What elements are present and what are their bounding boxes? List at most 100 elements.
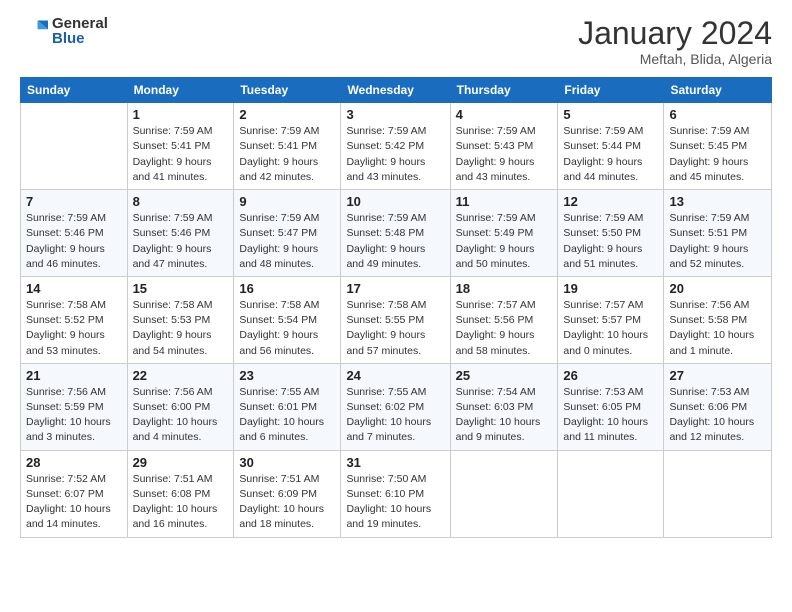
day-number: 16: [239, 281, 335, 296]
day-number: 10: [346, 194, 444, 209]
day-number: 27: [669, 368, 766, 383]
day-cell: 16 Sunrise: 7:58 AM Sunset: 5:54 PM Dayli…: [234, 276, 341, 363]
day-cell: 22 Sunrise: 7:56 AM Sunset: 6:00 PM Dayli…: [127, 363, 234, 450]
day-info: Sunrise: 7:59 AM Sunset: 5:51 PM Dayligh…: [669, 211, 766, 272]
day-cell: 31 Sunrise: 7:50 AM Sunset: 6:10 PM Dayli…: [341, 450, 450, 537]
day-number: 7: [26, 194, 122, 209]
day-info: Sunrise: 7:59 AM Sunset: 5:43 PM Dayligh…: [456, 124, 553, 185]
day-cell: 17 Sunrise: 7:58 AM Sunset: 5:55 PM Dayli…: [341, 276, 450, 363]
day-info: Sunrise: 7:59 AM Sunset: 5:44 PM Dayligh…: [563, 124, 658, 185]
day-number: 6: [669, 107, 766, 122]
day-info: Sunrise: 7:55 AM Sunset: 6:01 PM Dayligh…: [239, 385, 335, 446]
day-cell: 23 Sunrise: 7:55 AM Sunset: 6:01 PM Dayli…: [234, 363, 341, 450]
day-info: Sunrise: 7:56 AM Sunset: 6:00 PM Dayligh…: [133, 385, 229, 446]
day-info: Sunrise: 7:58 AM Sunset: 5:54 PM Dayligh…: [239, 298, 335, 359]
day-cell: 2 Sunrise: 7:59 AM Sunset: 5:41 PM Daylig…: [234, 103, 341, 190]
day-number: 13: [669, 194, 766, 209]
day-cell: 30 Sunrise: 7:51 AM Sunset: 6:09 PM Dayli…: [234, 450, 341, 537]
page: General Blue January 2024 Meftah, Blida,…: [0, 0, 792, 612]
day-number: 1: [133, 107, 229, 122]
col-header-friday: Friday: [558, 78, 664, 103]
day-cell: [664, 450, 772, 537]
day-number: 30: [239, 455, 335, 470]
day-info: Sunrise: 7:59 AM Sunset: 5:46 PM Dayligh…: [133, 211, 229, 272]
day-cell: 10 Sunrise: 7:59 AM Sunset: 5:48 PM Dayli…: [341, 190, 450, 277]
day-cell: 5 Sunrise: 7:59 AM Sunset: 5:44 PM Daylig…: [558, 103, 664, 190]
col-header-monday: Monday: [127, 78, 234, 103]
day-info: Sunrise: 7:59 AM Sunset: 5:49 PM Dayligh…: [456, 211, 553, 272]
day-info: Sunrise: 7:57 AM Sunset: 5:57 PM Dayligh…: [563, 298, 658, 359]
day-number: 4: [456, 107, 553, 122]
day-cell: 4 Sunrise: 7:59 AM Sunset: 5:43 PM Daylig…: [450, 103, 558, 190]
day-info: Sunrise: 7:59 AM Sunset: 5:48 PM Dayligh…: [346, 211, 444, 272]
calendar-subtitle: Meftah, Blida, Algeria: [578, 51, 772, 67]
day-info: Sunrise: 7:56 AM Sunset: 5:58 PM Dayligh…: [669, 298, 766, 359]
day-cell: 25Sunrise: 7:54 AM Sunset: 6:03 PM Dayli…: [450, 363, 558, 450]
day-info: Sunrise: 7:59 AM Sunset: 5:41 PM Dayligh…: [133, 124, 229, 185]
day-cell: 24 Sunrise: 7:55 AM Sunset: 6:02 PM Dayli…: [341, 363, 450, 450]
day-cell: 1 Sunrise: 7:59 AM Sunset: 5:41 PM Daylig…: [127, 103, 234, 190]
col-header-sunday: Sunday: [21, 78, 128, 103]
day-info: Sunrise: 7:54 AM Sunset: 6:03 PM Dayligh…: [456, 385, 553, 446]
day-info: Sunrise: 7:57 AM Sunset: 5:56 PM Dayligh…: [456, 298, 553, 359]
header-row: SundayMondayTuesdayWednesdayThursdayFrid…: [21, 78, 772, 103]
day-info: Sunrise: 7:59 AM Sunset: 5:41 PM Dayligh…: [239, 124, 335, 185]
day-number: 11: [456, 194, 553, 209]
col-header-tuesday: Tuesday: [234, 78, 341, 103]
day-info: Sunrise: 7:59 AM Sunset: 5:47 PM Dayligh…: [239, 211, 335, 272]
week-row-0: 1 Sunrise: 7:59 AM Sunset: 5:41 PM Daylig…: [21, 103, 772, 190]
day-info: Sunrise: 7:51 AM Sunset: 6:08 PM Dayligh…: [133, 472, 229, 533]
day-info: Sunrise: 7:59 AM Sunset: 5:42 PM Dayligh…: [346, 124, 444, 185]
day-cell: 6 Sunrise: 7:59 AM Sunset: 5:45 PM Daylig…: [664, 103, 772, 190]
logo: General Blue: [20, 16, 108, 46]
day-cell: 3 Sunrise: 7:59 AM Sunset: 5:42 PM Daylig…: [341, 103, 450, 190]
col-header-wednesday: Wednesday: [341, 78, 450, 103]
day-cell: 12 Sunrise: 7:59 AM Sunset: 5:50 PM Dayli…: [558, 190, 664, 277]
day-number: 24: [346, 368, 444, 383]
day-number: 23: [239, 368, 335, 383]
day-cell: 21 Sunrise: 7:56 AM Sunset: 5:59 PM Dayli…: [21, 363, 128, 450]
day-info: Sunrise: 7:58 AM Sunset: 5:52 PM Dayligh…: [26, 298, 122, 359]
day-info: Sunrise: 7:50 AM Sunset: 6:10 PM Dayligh…: [346, 472, 444, 533]
calendar-table: SundayMondayTuesdayWednesdayThursdayFrid…: [20, 77, 772, 537]
day-number: 31: [346, 455, 444, 470]
day-number: 5: [563, 107, 658, 122]
day-info: Sunrise: 7:51 AM Sunset: 6:09 PM Dayligh…: [239, 472, 335, 533]
day-cell: [450, 450, 558, 537]
day-number: 15: [133, 281, 229, 296]
week-row-3: 21 Sunrise: 7:56 AM Sunset: 5:59 PM Dayli…: [21, 363, 772, 450]
calendar-title: January 2024: [578, 16, 772, 51]
day-cell: 11 Sunrise: 7:59 AM Sunset: 5:49 PM Dayli…: [450, 190, 558, 277]
day-cell: 13 Sunrise: 7:59 AM Sunset: 5:51 PM Dayli…: [664, 190, 772, 277]
day-cell: 19Sunrise: 7:57 AM Sunset: 5:57 PM Dayli…: [558, 276, 664, 363]
day-info: Sunrise: 7:58 AM Sunset: 5:55 PM Dayligh…: [346, 298, 444, 359]
day-cell: 27Sunrise: 7:53 AM Sunset: 6:06 PM Dayli…: [664, 363, 772, 450]
logo-text: General Blue: [52, 16, 108, 46]
day-info: Sunrise: 7:56 AM Sunset: 5:59 PM Dayligh…: [26, 385, 122, 446]
day-number: 12: [563, 194, 658, 209]
week-row-4: 28 Sunrise: 7:52 AM Sunset: 6:07 PM Dayli…: [21, 450, 772, 537]
day-cell: 26Sunrise: 7:53 AM Sunset: 6:05 PM Dayli…: [558, 363, 664, 450]
logo-blue: Blue: [52, 31, 108, 46]
day-info: Sunrise: 7:59 AM Sunset: 5:45 PM Dayligh…: [669, 124, 766, 185]
logo-general: General: [52, 16, 108, 31]
day-cell: 29 Sunrise: 7:51 AM Sunset: 6:08 PM Dayli…: [127, 450, 234, 537]
day-info: Sunrise: 7:55 AM Sunset: 6:02 PM Dayligh…: [346, 385, 444, 446]
day-number: 21: [26, 368, 122, 383]
day-number: 22: [133, 368, 229, 383]
day-cell: 8Sunrise: 7:59 AM Sunset: 5:46 PM Daylig…: [127, 190, 234, 277]
day-info: Sunrise: 7:59 AM Sunset: 5:50 PM Dayligh…: [563, 211, 658, 272]
day-number: 3: [346, 107, 444, 122]
day-cell: [21, 103, 128, 190]
day-info: Sunrise: 7:52 AM Sunset: 6:07 PM Dayligh…: [26, 472, 122, 533]
day-cell: 14Sunrise: 7:58 AM Sunset: 5:52 PM Dayli…: [21, 276, 128, 363]
title-block: January 2024 Meftah, Blida, Algeria: [578, 16, 772, 67]
day-number: 28: [26, 455, 122, 470]
day-number: 29: [133, 455, 229, 470]
day-number: 17: [346, 281, 444, 296]
col-header-thursday: Thursday: [450, 78, 558, 103]
week-row-1: 7 Sunrise: 7:59 AM Sunset: 5:46 PM Daylig…: [21, 190, 772, 277]
day-info: Sunrise: 7:58 AM Sunset: 5:53 PM Dayligh…: [133, 298, 229, 359]
day-number: 2: [239, 107, 335, 122]
day-cell: [558, 450, 664, 537]
